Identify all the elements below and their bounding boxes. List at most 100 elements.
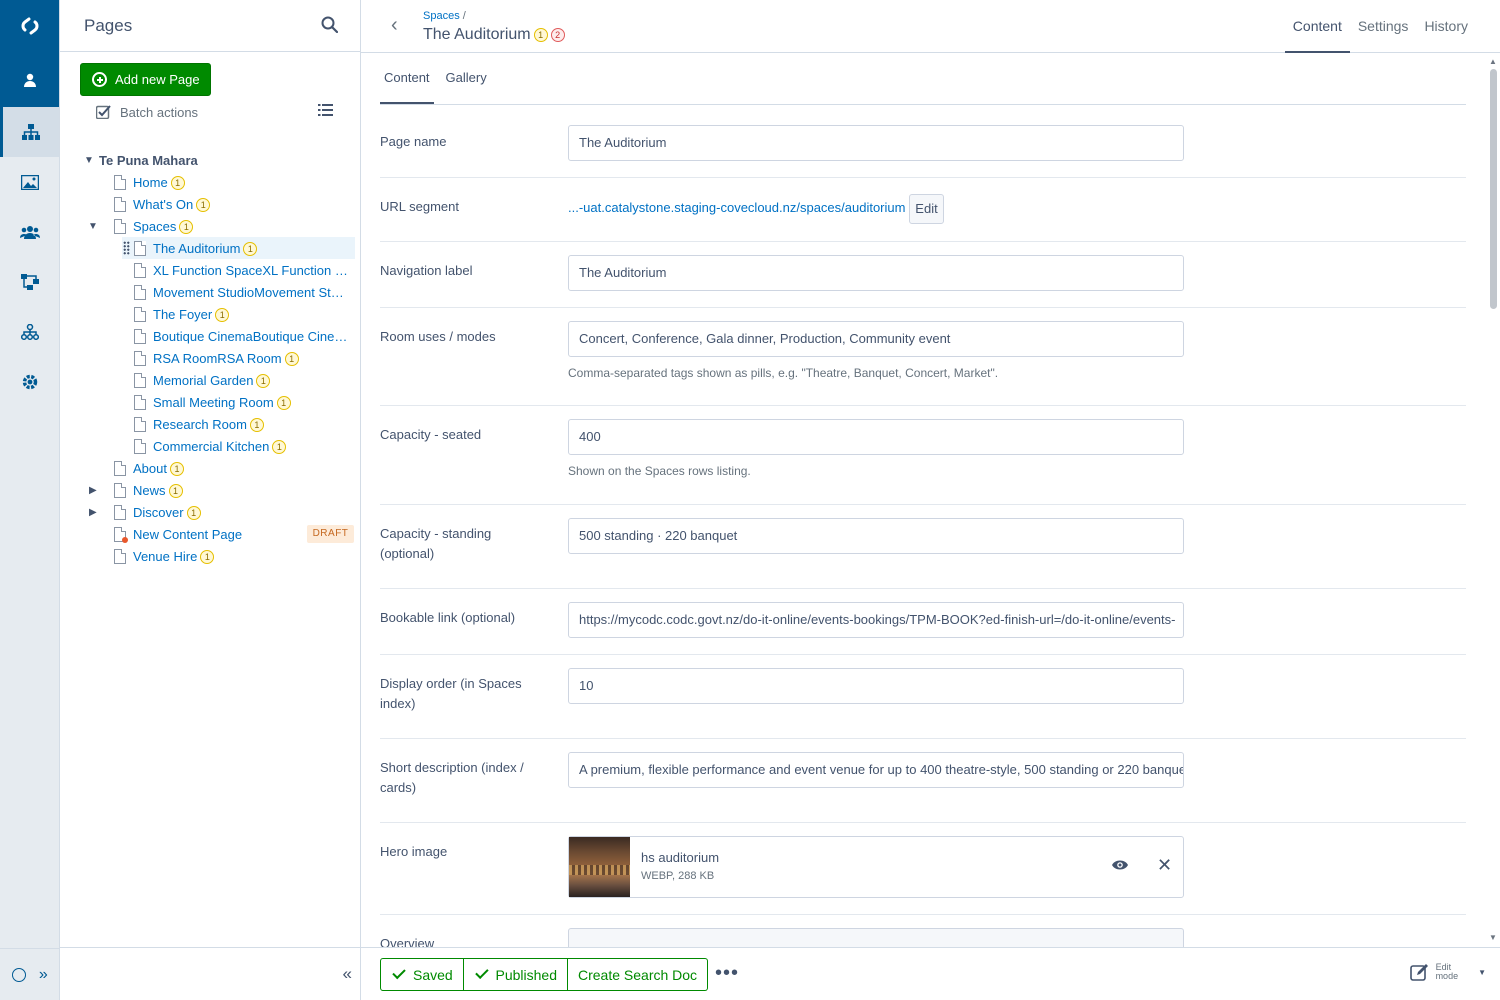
bookable-link-input[interactable]: https://mycodc.codc.govt.nz/do-it-online… xyxy=(568,602,1184,638)
tree-item-label: Movement StudioMovement St… xyxy=(153,284,344,300)
url-edit-button[interactable]: Edit xyxy=(909,194,944,224)
dropdown-caret-icon[interactable]: ▼ xyxy=(1478,968,1486,977)
expand-menu-icon[interactable]: » xyxy=(39,966,48,984)
panel-title: Pages xyxy=(84,15,133,35)
status-badge: 1 xyxy=(169,461,184,476)
checkbox-icon xyxy=(96,105,111,119)
workflow-icon[interactable] xyxy=(0,257,59,307)
tree-item-new-content-page[interactable]: New Content Page DRAFT xyxy=(60,523,360,545)
capacity-seated-input[interactable]: 400 xyxy=(568,419,1184,455)
users-icon[interactable] xyxy=(0,207,59,257)
saved-button[interactable]: Saved xyxy=(380,958,464,991)
tab-settings[interactable]: Settings xyxy=(1350,0,1417,53)
tree-item-memorial-garden[interactable]: Memorial Garden 1 xyxy=(60,369,360,391)
tree-item-xl-function-space[interactable]: XL Function SpaceXL Function … xyxy=(60,259,360,281)
scrollbar-thumb[interactable] xyxy=(1490,69,1497,309)
tree-item-label: News xyxy=(133,482,166,498)
page-icon xyxy=(134,328,146,344)
collapse-panel-icon[interactable]: « xyxy=(343,964,352,984)
room-uses-input[interactable]: Concert, Conference, Gala dinner, Produc… xyxy=(568,321,1184,357)
unpublished-dot-icon xyxy=(122,537,128,543)
plus-circle-icon xyxy=(92,72,107,87)
navigation-label-input[interactable]: The Auditorium xyxy=(568,255,1184,291)
sitetree-icon[interactable] xyxy=(0,107,59,157)
subtab-gallery[interactable]: Gallery xyxy=(442,53,491,104)
create-search-doc-button[interactable]: Create Search Doc xyxy=(568,958,709,991)
tab-content[interactable]: Content xyxy=(1284,0,1350,53)
content-scrollbar[interactable]: ▲ ▼ xyxy=(1486,53,1500,947)
url-segment-value[interactable]: ...-uat.catalystone.staging-covecloud.nz… xyxy=(568,200,905,215)
breadcrumb-spaces-link[interactable]: Spaces xyxy=(423,10,460,22)
settings-gear-icon[interactable] xyxy=(0,357,59,407)
status-badge: 1 xyxy=(200,549,215,564)
expand-arrow-icon[interactable]: ▶ xyxy=(89,485,97,496)
tree-root[interactable]: ▼ Te Puna Mahara xyxy=(60,149,360,171)
expand-arrow-icon[interactable]: ▶ xyxy=(89,507,97,518)
list-view-icon[interactable] xyxy=(318,104,333,119)
hierarchy-icon[interactable] xyxy=(0,307,59,357)
short-description-input[interactable]: A premium, flexible performance and even… xyxy=(568,752,1184,788)
draft-badge: DRAFT xyxy=(307,525,354,543)
tree-item-spaces[interactable]: ▼ Spaces 1 xyxy=(60,215,360,237)
collapse-arrow-icon[interactable]: ▼ xyxy=(84,155,94,166)
tree-item-venue-hire[interactable]: Venue Hire 1 xyxy=(60,545,360,567)
tree-item-whats-on[interactable]: What's On 1 xyxy=(60,193,360,215)
status-badge: 1 xyxy=(276,395,291,410)
help-circle-icon[interactable] xyxy=(12,967,27,982)
hero-image-thumbnail xyxy=(569,837,630,897)
eye-icon[interactable] xyxy=(1111,859,1129,874)
user-icon[interactable] xyxy=(0,52,59,107)
tree-item-label: Spaces xyxy=(133,218,177,234)
status-badge: 1 xyxy=(196,197,211,212)
edit-mode-toggle[interactable]: Edit mode ▼ xyxy=(1409,963,1486,981)
search-icon[interactable] xyxy=(321,16,339,36)
scroll-up-arrow-icon[interactable]: ▲ xyxy=(1489,57,1497,66)
tree-item-label: What's On xyxy=(133,196,194,212)
tree-item-commercial-kitchen[interactable]: Commercial Kitchen 1 xyxy=(60,435,360,457)
field-label: Bookable link (optional) xyxy=(380,610,516,625)
tree-item-rsa-room[interactable]: RSA RoomRSA Room 1 xyxy=(60,347,360,369)
field-label: Display order (in Spaces index) xyxy=(380,676,522,711)
field-label: URL segment xyxy=(380,199,459,214)
main-menu: » xyxy=(0,0,60,1000)
status-badge: 1 xyxy=(272,439,287,454)
display-order-input[interactable]: 10 xyxy=(568,668,1184,704)
batch-actions-toggle[interactable]: Batch actions xyxy=(96,101,198,123)
scroll-down-arrow-icon[interactable]: ▼ xyxy=(1489,933,1497,942)
published-button[interactable]: Published xyxy=(464,958,568,991)
field-capacity-standing: Capacity - standing (optional) 500 stand… xyxy=(380,505,1466,589)
subtab-content[interactable]: Content xyxy=(380,53,434,104)
more-options-icon[interactable]: ••• xyxy=(715,962,739,985)
field-label: Short description (index / cards) xyxy=(380,760,524,795)
tree-item-home[interactable]: Home 1 xyxy=(60,171,360,193)
edit-pencil-icon xyxy=(1409,964,1428,981)
tree-item-boutique-cinema[interactable]: Boutique CinemaBoutique Cine… xyxy=(60,325,360,347)
remove-icon[interactable]: ✕ xyxy=(1157,855,1172,876)
wysiwyg-toolbar[interactable] xyxy=(568,928,1184,947)
tab-history[interactable]: History xyxy=(1416,0,1476,53)
status-badge: 1 xyxy=(215,307,230,322)
drag-handle-icon[interactable] xyxy=(123,241,130,255)
tree-item-movement-studio[interactable]: Movement StudioMovement St… xyxy=(60,281,360,303)
page-name-input[interactable]: The Auditorium xyxy=(568,125,1184,161)
tree-root-label: Te Puna Mahara xyxy=(99,152,198,168)
back-arrow-icon[interactable]: ‹ xyxy=(391,14,398,37)
tree-item-small-meeting-room[interactable]: Small Meeting Room 1 xyxy=(60,391,360,413)
tree-item-the-auditorium[interactable]: The Auditorium 1 xyxy=(122,237,355,259)
field-help-text: Comma-separated tags shown as pills, e.g… xyxy=(568,366,999,380)
tree-item-research-room[interactable]: Research Room 1 xyxy=(60,413,360,435)
tree-item-label: Boutique CinemaBoutique Cine… xyxy=(153,328,348,344)
add-new-page-button[interactable]: Add new Page xyxy=(80,63,211,96)
capacity-standing-input[interactable]: 500 standing · 220 banquet xyxy=(568,518,1184,554)
tree-item-the-foyer[interactable]: The Foyer 1 xyxy=(60,303,360,325)
tree-item-about[interactable]: About 1 xyxy=(60,457,360,479)
modified-badge: 1 xyxy=(533,28,548,42)
logo-icon[interactable] xyxy=(0,0,59,52)
editor-header: ‹ Spaces / The Auditorium 1 2 Content Sett… xyxy=(361,0,1500,53)
collapse-arrow-icon[interactable]: ▼ xyxy=(88,221,98,232)
images-icon[interactable] xyxy=(0,157,59,207)
menu-footer: » xyxy=(0,948,60,1000)
tree-item-news[interactable]: ▶ News 1 xyxy=(60,479,360,501)
hero-image-upload[interactable]: hs auditorium WEBP, 288 KB ✕ xyxy=(568,836,1184,898)
tree-item-discover[interactable]: ▶ Discover 1 xyxy=(60,501,360,523)
